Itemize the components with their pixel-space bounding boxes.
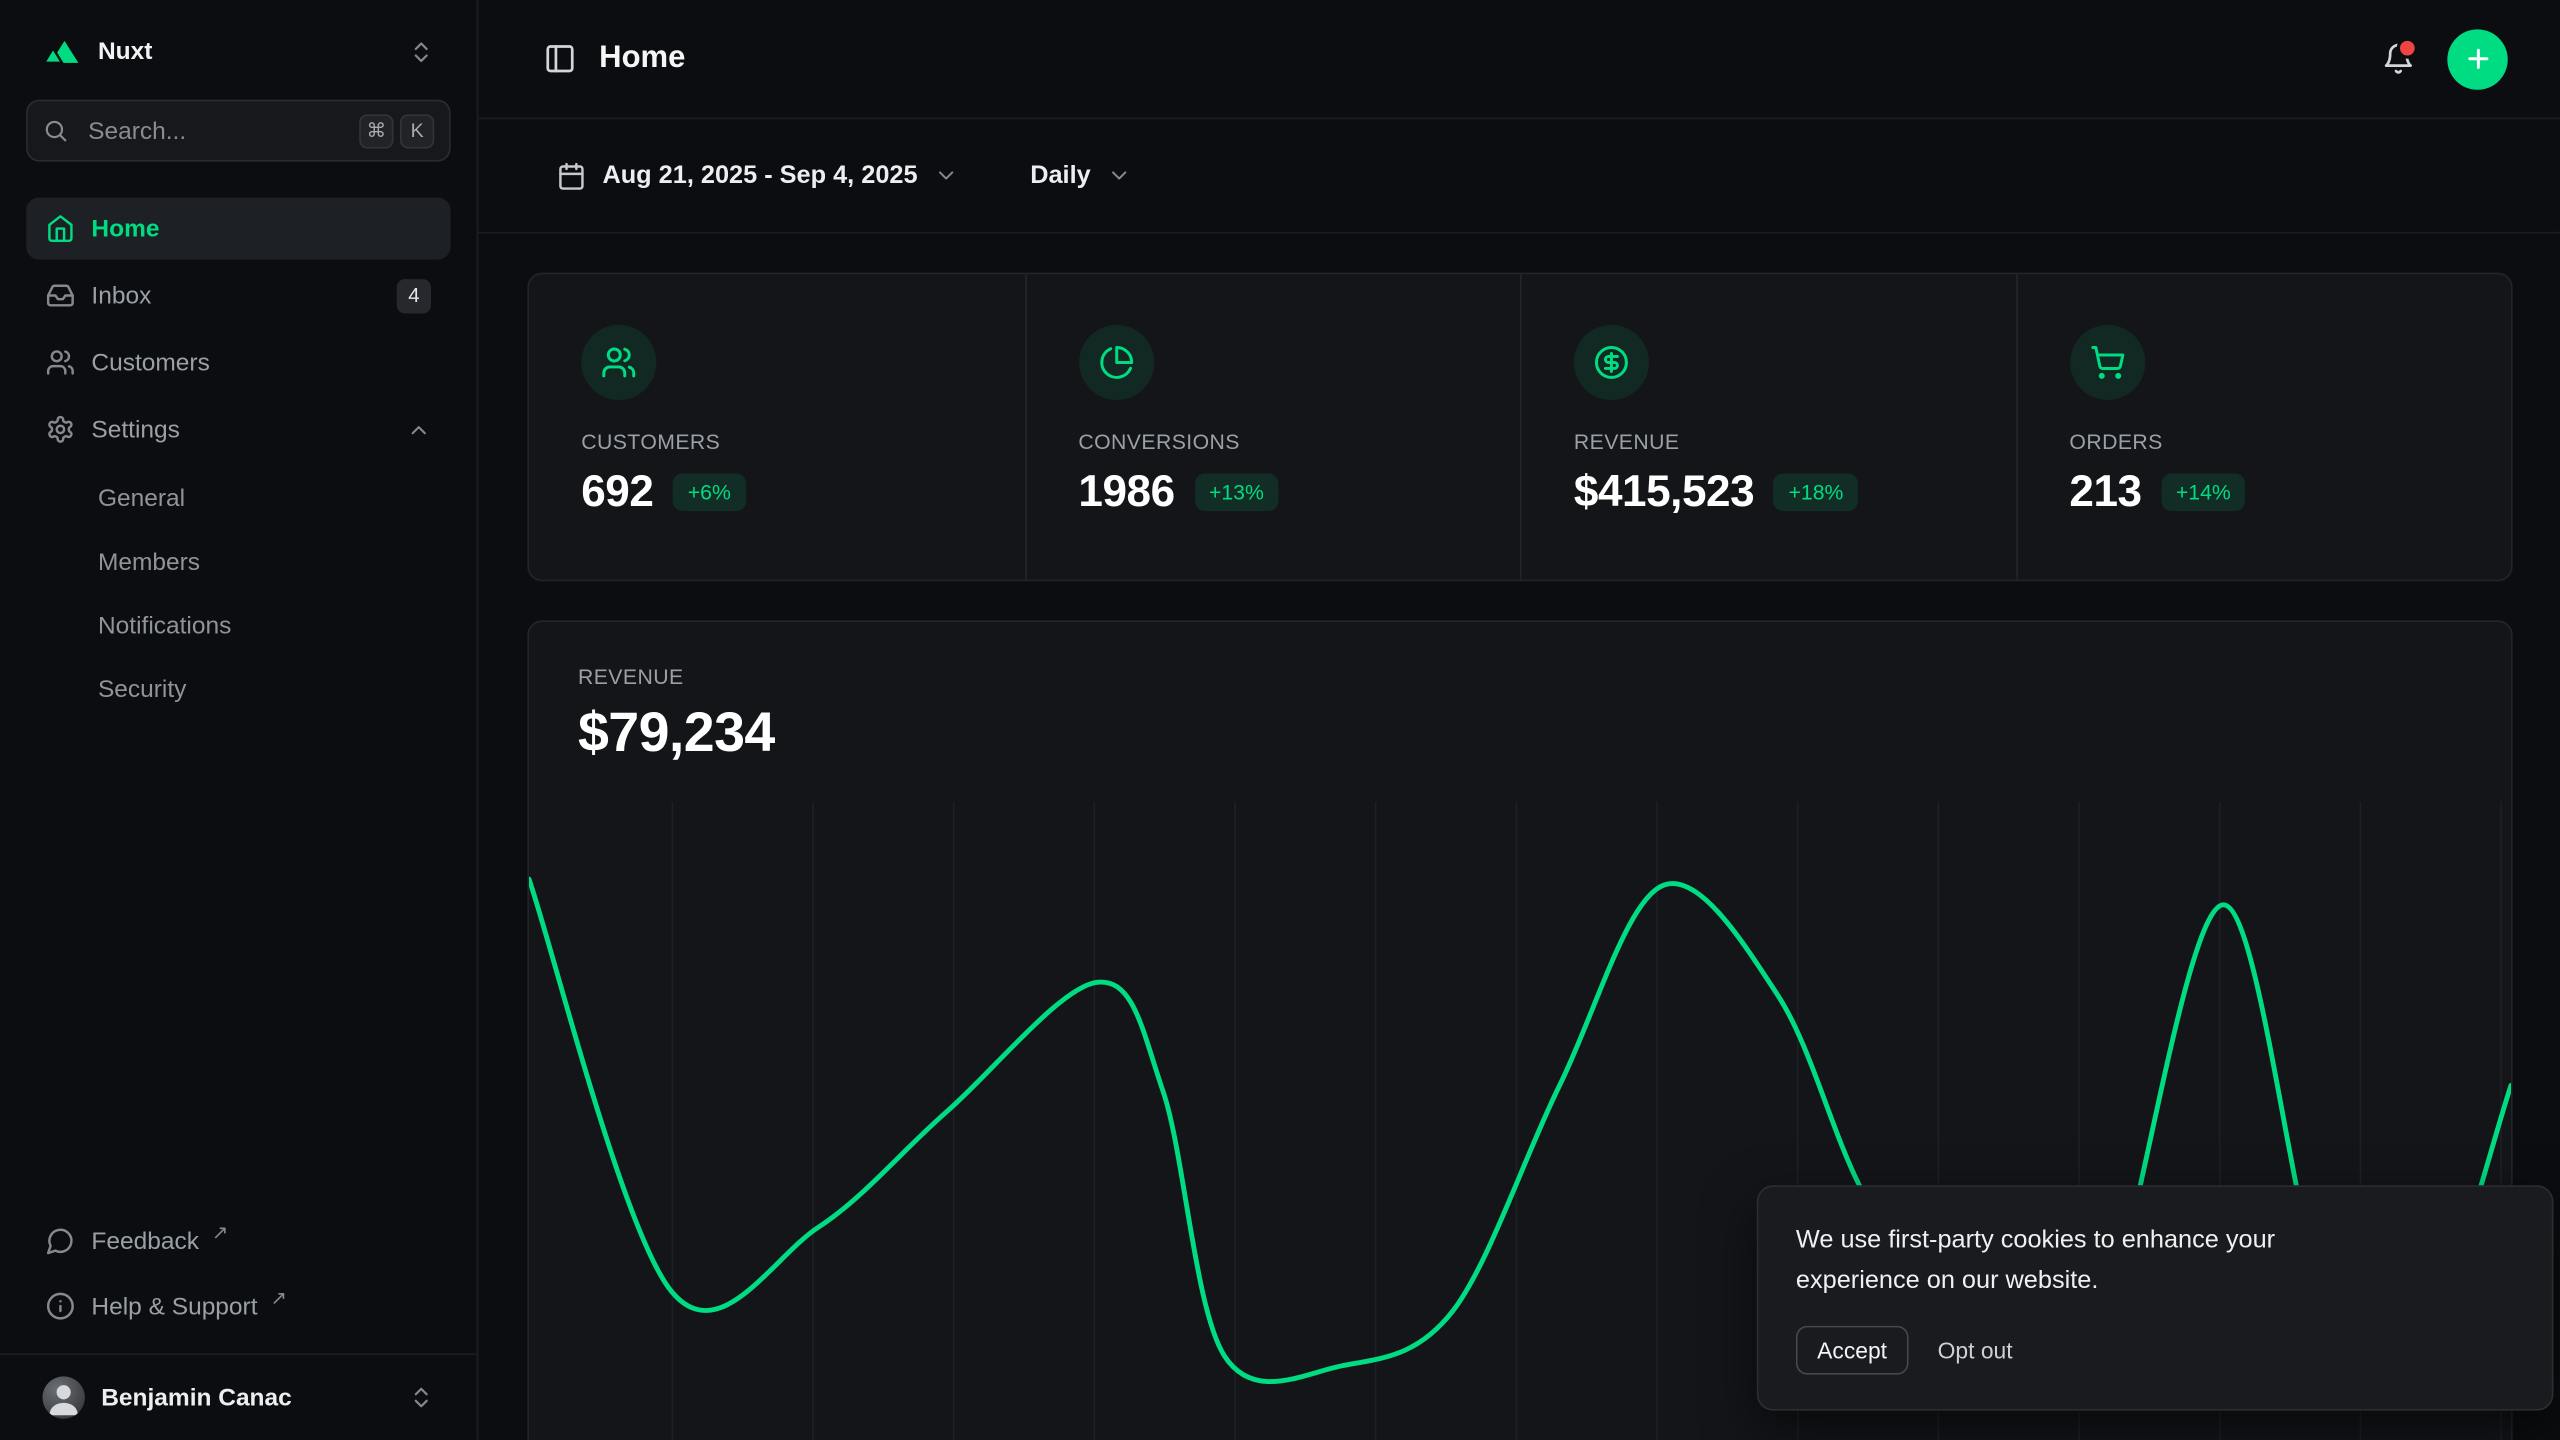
inbox-count-badge: 4 (397, 278, 431, 312)
cookie-banner: We use first-party cookies to enhance yo… (1757, 1186, 2554, 1411)
stat-customers: CUSTOMERS 692 +6% (529, 274, 1025, 579)
search-shortcut: ⌘ K (359, 113, 434, 147)
filter-toolbar: Aug 21, 2025 - Sep 4, 2025 Daily (478, 119, 2560, 233)
sidebar-subitem-general[interactable]: General (26, 469, 450, 529)
notifications-button[interactable] (2382, 42, 2415, 75)
revenue-label: REVENUE (578, 664, 2462, 688)
screen: Nuxt ⌘ K Ho (0, 0, 2560, 1440)
sidebar: Nuxt ⌘ K Ho (0, 0, 478, 1440)
date-range-label: Aug 21, 2025 - Sep 4, 2025 (602, 161, 917, 190)
footer-link-label: Help & Support (91, 1292, 257, 1320)
sidebar-toggle-button[interactable] (544, 42, 577, 75)
accept-button[interactable]: Accept (1796, 1326, 1908, 1375)
team-switcher[interactable]: Nuxt (26, 26, 450, 77)
user-name: Benjamin Canac (101, 1384, 292, 1412)
inbox-icon (46, 281, 75, 310)
revenue-value: $79,234 (578, 702, 2462, 766)
subitem-label: Notifications (98, 612, 231, 640)
sidebar-nav: Home Inbox 4 Customers (26, 198, 450, 720)
nuxt-logo-icon (42, 38, 81, 66)
topbar-actions (2382, 29, 2508, 89)
chevron-up-icon (407, 417, 431, 441)
search-field[interactable] (85, 115, 343, 146)
dollar-circle-icon (1574, 325, 1649, 400)
revenue-chart-header: REVENUE $79,234 (529, 622, 2511, 766)
subitem-label: Security (98, 676, 186, 704)
sidebar-footer: Feedback ↗ Help & Support ↗ (26, 1210, 450, 1337)
kbd-command: ⌘ (359, 113, 393, 147)
stat-label: CONVERSIONS (1078, 429, 1467, 453)
stat-orders: ORDERS 213 +14% (2016, 274, 2512, 579)
sidebar-item-settings[interactable]: Settings (26, 398, 450, 460)
users-icon (581, 325, 656, 400)
message-icon (46, 1226, 75, 1255)
external-link-icon: ↗ (271, 1287, 287, 1310)
external-link-icon: ↗ (212, 1221, 228, 1244)
stat-delta-badge: +14% (2161, 473, 2245, 511)
sidebar-item-label: Customers (91, 349, 209, 377)
sidebar-item-label: Home (91, 215, 159, 243)
sidebar-subitem-notifications[interactable]: Notifications (26, 596, 450, 656)
subitem-label: General (98, 485, 185, 513)
stat-delta-badge: +13% (1194, 473, 1278, 511)
topbar: Home (478, 0, 2560, 119)
gear-icon (46, 415, 75, 444)
add-button[interactable] (2447, 29, 2507, 89)
team-name: Nuxt (98, 38, 152, 66)
date-range-button[interactable]: Aug 21, 2025 - Sep 4, 2025 (557, 161, 959, 190)
chevron-up-down-icon (408, 38, 434, 64)
sidebar-item-label: Settings (91, 416, 179, 444)
help-support-link[interactable]: Help & Support ↗ (26, 1275, 450, 1337)
stat-value: 1986 (1078, 467, 1174, 518)
search-input[interactable]: ⌘ K (26, 100, 450, 162)
sidebar-subitem-security[interactable]: Security (26, 660, 450, 720)
stat-value: 213 (2069, 467, 2141, 518)
granularity-button[interactable]: Daily (1030, 161, 1131, 190)
home-icon (46, 214, 75, 243)
stat-conversions: CONVERSIONS 1986 +13% (1024, 274, 1520, 579)
panel-left-icon (544, 42, 577, 75)
pie-chart-icon (1078, 325, 1153, 400)
subitem-label: Members (98, 549, 200, 577)
feedback-link[interactable]: Feedback ↗ (26, 1210, 450, 1272)
sidebar-item-label: Inbox (91, 282, 151, 310)
opt-out-button[interactable]: Opt out (1921, 1326, 2029, 1375)
stats-card: CUSTOMERS 692 +6% CONVERSIONS 1986 +13% (527, 273, 2512, 582)
app-root: Nuxt ⌘ K Ho (0, 0, 2560, 1440)
stat-label: CUSTOMERS (581, 429, 972, 453)
kbd-k: K (400, 113, 434, 147)
sidebar-item-customers[interactable]: Customers (26, 331, 450, 393)
cookie-message: We use first-party cookies to enhance yo… (1796, 1222, 2371, 1303)
info-icon (46, 1291, 75, 1320)
sidebar-main: Nuxt ⌘ K Ho (0, 0, 477, 1353)
page-title: Home (599, 41, 685, 77)
chevron-up-down-icon (408, 1384, 434, 1410)
stat-delta-badge: +6% (673, 473, 745, 511)
stat-revenue: REVENUE $415,523 +18% (1520, 274, 2016, 579)
stat-label: REVENUE (1574, 429, 1963, 453)
sidebar-item-home[interactable]: Home (26, 198, 450, 260)
stat-value: 692 (581, 467, 653, 518)
plus-icon (2463, 44, 2492, 73)
shopping-cart-icon (2069, 325, 2144, 400)
stat-delta-badge: +18% (1774, 473, 1858, 511)
granularity-label: Daily (1030, 161, 1091, 190)
users-icon (46, 348, 75, 377)
chevron-down-icon (1107, 163, 1131, 187)
chevron-down-icon (934, 163, 958, 187)
notification-dot (2397, 38, 2418, 59)
footer-link-label: Feedback (91, 1227, 199, 1255)
avatar (42, 1376, 84, 1418)
stat-label: ORDERS (2069, 429, 2458, 453)
cookie-actions: Accept Opt out (1796, 1326, 2514, 1375)
sidebar-subitem-members[interactable]: Members (26, 532, 450, 592)
user-menu[interactable]: Benjamin Canac (0, 1353, 477, 1440)
sidebar-item-inbox[interactable]: Inbox 4 (26, 264, 450, 326)
search-icon (42, 118, 68, 144)
settings-subnav: General Members Notifications Security (26, 469, 450, 720)
stat-value: $415,523 (1574, 467, 1754, 518)
calendar-icon (557, 161, 586, 190)
